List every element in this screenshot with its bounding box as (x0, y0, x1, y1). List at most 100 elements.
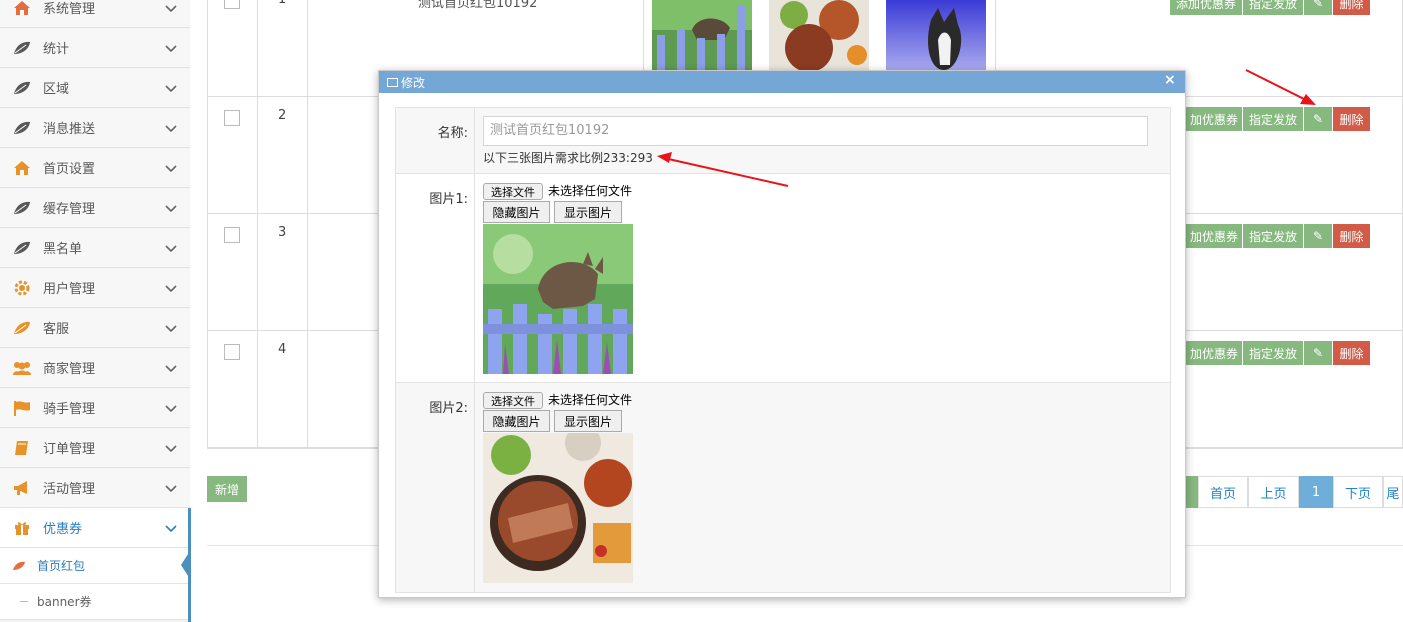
gear-icon (12, 278, 32, 298)
modal-title: 修改 (401, 76, 426, 90)
assign-button[interactable]: 指定发放 (1243, 224, 1303, 248)
leaf-icon (12, 38, 32, 58)
sidebar-item-6[interactable]: 黑名单 (0, 228, 190, 268)
leaf-icon (12, 318, 32, 338)
delete-button[interactable]: 删除 (1333, 107, 1370, 131)
hide-pic-button[interactable]: 隐藏图片 (483, 201, 550, 223)
row-index: 2 (278, 108, 287, 123)
sidebar-item-10[interactable]: 骑手管理 (0, 388, 190, 428)
chevron-down-icon (164, 441, 178, 455)
row-thumbnail-dog[interactable] (886, 0, 986, 70)
chevron-down-icon (164, 121, 178, 135)
edit-button[interactable]: ✎ (1304, 107, 1332, 131)
sidebar-item-label: 商家管理 (43, 362, 96, 377)
chevron-down-icon (164, 81, 178, 95)
sidebar-subitem-banner-coupon[interactable]: banner券 (0, 584, 190, 620)
sidebar-item-9[interactable]: 商家管理 (0, 348, 190, 388)
book-icon (12, 438, 32, 458)
delete-button[interactable]: 删除 (1333, 0, 1370, 15)
edit-icon: ✎ (1312, 346, 1324, 360)
pic1-label: 图片1: (429, 192, 468, 207)
sidebar-item-0[interactable]: 系统管理 (0, 0, 190, 28)
sidebar-item-8[interactable]: 客服 (0, 308, 190, 348)
sidebar-item-13[interactable]: 优惠券 (0, 508, 190, 548)
pager-prev[interactable]: 上页 (1248, 476, 1299, 508)
sidebar-item-label: 用户管理 (43, 282, 96, 297)
show-pic-button[interactable]: 显示图片 (554, 410, 622, 432)
add-coupon-button[interactable]: 添加优惠券 (1170, 0, 1242, 15)
ratio-hint: 以下三张图片需求比例233:293 (483, 151, 653, 165)
row-checkbox[interactable] (224, 110, 240, 126)
hide-pic-button[interactable]: 隐藏图片 (483, 410, 550, 432)
file-status: 未选择任何文件 (548, 393, 633, 407)
row-index: 3 (278, 225, 287, 240)
pager-partial (1186, 476, 1198, 508)
chevron-down-icon (164, 41, 178, 55)
row-thumbnail-cat[interactable] (652, 0, 752, 70)
leaf-icon (12, 198, 32, 218)
row-checkbox[interactable] (224, 227, 240, 243)
chevron-down-icon (164, 241, 178, 255)
show-pic-button[interactable]: 显示图片 (554, 201, 622, 223)
sidebar-subitem-label: 首页红包 (37, 559, 86, 573)
sidebar-item-5[interactable]: 缓存管理 (0, 188, 190, 228)
leaf-icon (12, 118, 32, 138)
form-divider (474, 174, 475, 383)
modal-header: 修改 × (379, 71, 1185, 93)
form-divider (474, 383, 475, 593)
sidebar-item-label: 消息推送 (43, 122, 96, 137)
pager-first[interactable]: 首页 (1198, 476, 1248, 508)
bullhorn-icon (12, 478, 32, 498)
choose-file-button[interactable]: 选择文件 (483, 392, 543, 409)
name-label: 名称: (437, 126, 468, 141)
sidebar-item-1[interactable]: 统计 (0, 28, 190, 68)
edit-button[interactable]: ✎ (1304, 224, 1332, 248)
pager-last[interactable]: 尾 (1383, 476, 1403, 508)
sidebar-item-label: 统计 (43, 42, 70, 57)
row-checkbox[interactable] (224, 0, 240, 9)
delete-button[interactable]: 删除 (1333, 341, 1370, 365)
pager-next[interactable]: 下页 (1333, 476, 1383, 508)
sidebar-item-label: 订单管理 (43, 442, 96, 457)
choose-file-button[interactable]: 选择文件 (483, 183, 543, 200)
chevron-down-icon (164, 161, 178, 175)
chevron-down-icon (164, 361, 178, 375)
sidebar-subitem-label: banner券 (37, 595, 92, 609)
sidebar-item-2[interactable]: 区域 (0, 68, 190, 108)
name-input[interactable]: 测试首页红包10192 (483, 116, 1148, 146)
sidebar-item-7[interactable]: 用户管理 (0, 268, 190, 308)
assign-button[interactable]: 指定发放 (1243, 0, 1303, 15)
pager-current[interactable]: 1 (1299, 476, 1333, 508)
add-new-button[interactable]: 新增 (207, 476, 247, 502)
leaf-icon (12, 238, 32, 258)
home-icon (12, 0, 32, 18)
assign-button[interactable]: 指定发放 (1243, 107, 1303, 131)
pic2-preview (483, 433, 633, 583)
sidebar-subitem-home-redpacket[interactable]: 首页红包 (0, 548, 190, 584)
row-name: 测试首页红包10192 (418, 0, 538, 11)
close-icon[interactable]: × (1164, 72, 1176, 88)
edit-button[interactable]: ✎ (1304, 341, 1332, 365)
sidebar-item-label: 区域 (43, 82, 70, 97)
delete-button[interactable]: 删除 (1333, 224, 1370, 248)
users-icon (12, 358, 32, 378)
row-thumbnail-food[interactable] (769, 0, 869, 70)
add-coupon-button[interactable]: 加优惠券 (1186, 107, 1242, 131)
chevron-down-icon (164, 1, 178, 15)
window-icon (387, 78, 398, 87)
tree-dash (20, 601, 28, 602)
add-coupon-button[interactable]: 加优惠券 (1186, 341, 1242, 365)
sidebar-item-4[interactable]: 首页设置 (0, 148, 190, 188)
sidebar-item-12[interactable]: 活动管理 (0, 468, 190, 508)
assign-button[interactable]: 指定发放 (1243, 341, 1303, 365)
leaf-icon (12, 78, 32, 98)
edit-button[interactable]: ✎ (1304, 0, 1332, 15)
sidebar-item-3[interactable]: 消息推送 (0, 108, 190, 148)
sidebar-item-label: 缓存管理 (43, 202, 96, 217)
row-checkbox[interactable] (224, 344, 240, 360)
row-index: 4 (278, 342, 287, 357)
add-coupon-button[interactable]: 加优惠券 (1186, 224, 1242, 248)
chevron-down-icon (164, 321, 178, 335)
sidebar-item-label: 系统管理 (43, 2, 96, 17)
sidebar-item-11[interactable]: 订单管理 (0, 428, 190, 468)
